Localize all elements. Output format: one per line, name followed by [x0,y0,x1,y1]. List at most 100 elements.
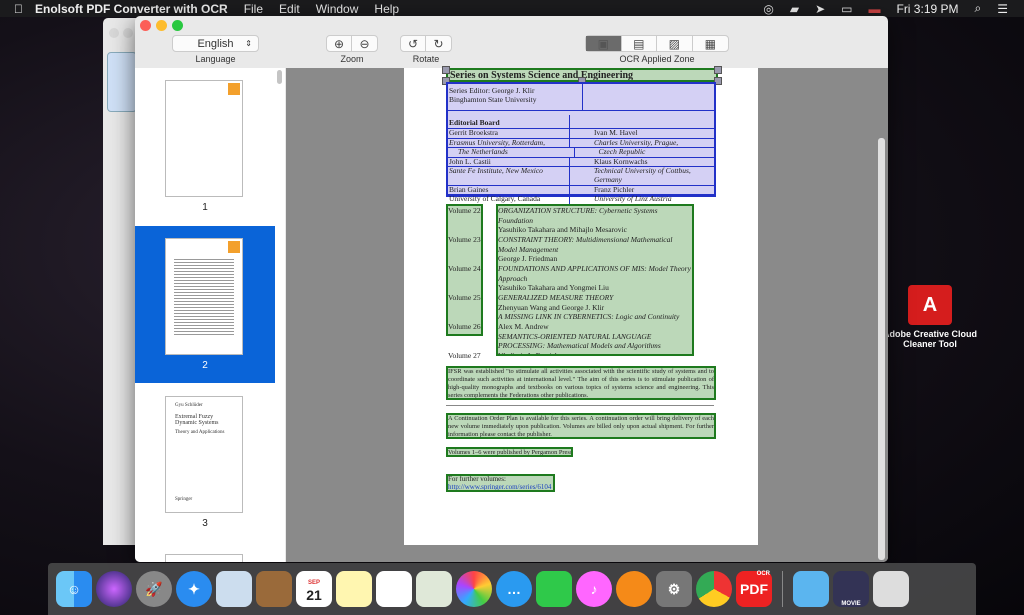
itunes-icon[interactable]: ♪ [576,571,612,607]
app-menu[interactable]: Enolsoft PDF Converter with OCR [35,2,228,16]
pdf-label: PDF [740,581,768,597]
thumb-author: Gyu Schlüder [175,403,203,408]
board-cell: The Netherlands [458,147,508,157]
reminders-icon[interactable] [376,571,412,607]
messages-icon[interactable]: … [496,571,532,607]
board-row: Gerrit Broekstra Ivan M. Havel [448,128,714,138]
photos-icon[interactable] [456,571,492,607]
volume-title: ORGANIZATION STRUCTURE: Cybernetic Syste… [498,206,658,225]
calendar-icon[interactable]: SEP 21 [296,571,332,607]
volume-label: Volume 23 [448,235,481,244]
ibooks-icon[interactable] [616,571,652,607]
menu-file[interactable]: File [244,2,263,16]
thumb-publisher: Springer [175,497,193,502]
language-select[interactable]: English ⇕ [172,35,259,52]
ocr-zone-image-button[interactable]: ▨ [657,36,693,51]
trash-icon[interactable] [873,571,909,607]
zoom-button[interactable] [172,20,183,31]
language-value: English [197,37,234,50]
safari-icon[interactable]: ✦ [176,571,212,607]
springer-link[interactable]: http://www.springer.com/series/6104 [448,483,553,490]
siri-icon[interactable] [96,571,132,607]
pdf-page: Series on Systems Science and Engineerin… [404,66,758,545]
page-thumbnail-3[interactable]: Gyu Schlüder Extremal Fuzzy Dynamic Syst… [165,396,243,513]
calendar-day: 21 [306,587,322,603]
clock[interactable]: Fri 3:19 PM [896,2,958,16]
mail-icon[interactable] [216,571,252,607]
volume-title: A MISSING LINK IN CYBERNETICS: Logic and… [498,312,680,322]
page-number: 2 [202,360,208,371]
page-thumbnail-2[interactable] [165,238,243,355]
menu-help[interactable]: Help [374,2,399,16]
minimize-button[interactable] [156,20,167,31]
system-preferences-icon[interactable]: ⚙ [656,571,692,607]
divider [446,405,714,406]
flag-icon[interactable]: ▬ [868,2,880,16]
volume-author: Zhenyuan Wang and George J. Klir [498,302,605,312]
zoom-out-button[interactable]: ⊖ [352,36,377,51]
cursor-icon[interactable]: ➤ [815,2,825,16]
ocr-zone-pergamon[interactable]: Volumes 1–6 were published by Pergamon P… [446,447,573,457]
ocr-zone-auto-button[interactable]: ▣ [586,36,622,51]
page-thumbnails: 1 2 Gyu Schlüder Extremal Fuzzy Dynamic … [135,68,285,562]
facetime-icon[interactable] [536,571,572,607]
finder-icon[interactable]: ☺ [56,571,92,607]
board-cell: Klaus Kornwachs [569,157,714,167]
dock: ☺ 🚀 ✦ SEP 21 … ♪ ⚙ PDF OCR MOVIE [48,563,976,615]
ifsr-text: IFSR was established "to stimulate all a… [448,368,714,399]
ocr-zone-volume-titles[interactable]: ORGANIZATION STRUCTURE: Cybernetic Syste… [496,204,694,356]
zoom-in-button[interactable]: ⊕ [327,36,353,51]
apple-icon[interactable]:  [14,2,23,16]
launchpad-icon[interactable]: 🚀 [136,571,172,607]
ocr-zone-continuation[interactable]: A Continuation Order Plan is available f… [446,413,716,439]
page-thumbnail-1[interactable] [165,80,243,197]
board-cell: Erasmus University, Rotterdam, [449,137,545,147]
minimize-icon [123,28,133,38]
rotate-right-button[interactable]: ↻ [426,36,451,51]
contacts-icon[interactable] [256,571,292,607]
resize-handle[interactable] [714,66,722,74]
back-window-item[interactable] [107,52,137,112]
notes-icon[interactable] [336,571,372,607]
menu-window[interactable]: Window [316,2,359,16]
chrome-icon[interactable] [696,571,732,607]
ocr-zone-ifsr[interactable]: IFSR was established "to stimulate all a… [446,366,716,400]
page-thumbnail-4[interactable] [165,554,243,562]
desktop-icon-label: Adobe Creative Cloud Cleaner Tool [882,329,977,349]
search-icon[interactable]: ⌕ [975,1,982,16]
list-icon[interactable]: ☰ [997,2,1008,16]
edit-icon [228,83,240,95]
folder-icon[interactable] [793,571,829,607]
volume-author: Vladimir A. Fomichov [498,350,567,356]
close-button[interactable] [140,20,151,31]
ocr-zone-text-button[interactable]: ▤ [622,36,657,51]
menu-edit[interactable]: Edit [279,2,300,16]
creative-cloud-icon[interactable]: ◎ [763,2,773,16]
notification-icon[interactable]: ▰ [790,2,799,16]
maps-icon[interactable] [416,571,452,607]
board-cell: Gerrit Broekstra [449,128,498,137]
ocr-zone-table[interactable]: Series Editor: George J. Klir Binghamton … [446,82,716,204]
volume-label: Volume 22 [448,206,481,215]
movie-icon[interactable]: MOVIE [833,571,869,607]
pdf-converter-icon[interactable]: PDF OCR [736,571,772,607]
document-scrollbar[interactable] [878,138,885,560]
display-icon[interactable]: ▭ [841,2,852,16]
ocr-zone-further[interactable]: For further volumes: http://www.springer.… [446,474,555,492]
close-icon [109,28,119,38]
resize-handle[interactable] [442,66,450,74]
board-row: The Netherlands Czech Republic [448,147,714,157]
ocr-zone-volume-labels[interactable]: Volume 22 Volume 23 Volume 24 Volume 25 Volu… [446,204,483,360]
desktop-icon-adobe-cleaner[interactable]: A Adobe Creative Cloud Cleaner Tool [880,285,980,349]
ocr-zone-table-button[interactable]: ▦ [693,36,728,51]
board-row: Brian Gaines Franz Pichler [448,184,714,195]
sidebar-scrollbar[interactable] [277,70,282,84]
volume-label: Volume 25 [448,293,481,302]
board-cell: Franz Pichler [569,185,714,195]
volume-label: Volume 24 [448,264,481,273]
board-cell: Ivan M. Havel [569,128,714,138]
volume-author: Yasuhiko Takahara and Mihajlo Mesarovic [498,225,627,235]
board-row: Sante Fe Institute, New Mexico Technical … [448,166,714,185]
ocr-badge: OCR [756,571,770,577]
rotate-left-button[interactable]: ↺ [401,36,427,51]
